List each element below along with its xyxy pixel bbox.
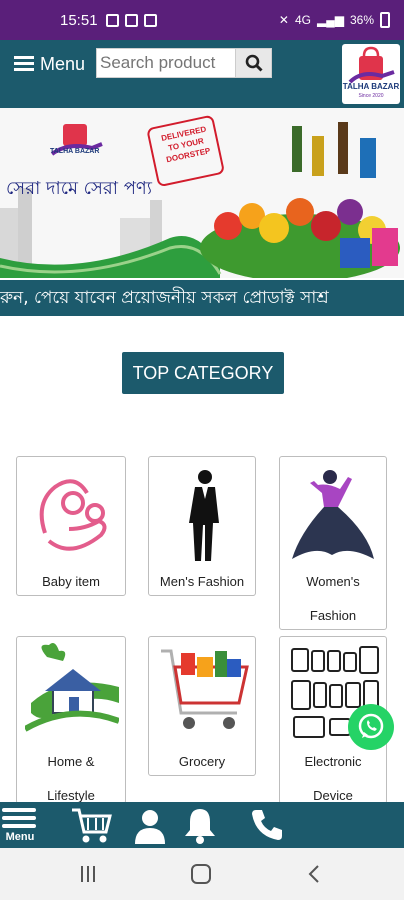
category-card-womens-fashion[interactable]: Women's Fashion [279,456,387,630]
woman-dress-icon [292,470,374,559]
bottom-menu-button[interactable]: Menu [2,806,38,844]
recent-apps-icon[interactable] [78,864,98,884]
category-card-home-lifestyle[interactable]: Home & Lifestyle [16,636,126,804]
category-label: Home & [47,754,95,769]
grocery-cart-icon [161,649,249,729]
menu-button[interactable]: Menu [14,52,85,76]
category-label: Women's [306,574,360,589]
bottom-navigation: Menu [0,802,404,848]
status-bar: 15:51 ✕ 4G ▂▄▆ 36% [0,0,404,40]
category-label: Grocery [178,754,226,769]
search-icon [245,54,263,72]
user-icon[interactable] [133,808,167,844]
bell-icon[interactable] [182,806,218,844]
whatsapp-icon [358,713,384,739]
phone-icon[interactable] [250,808,284,842]
site-logo[interactable]: TALHA BAZAR Since 2020 [342,44,400,104]
bottom-menu-label: Menu [5,831,35,843]
baby-mother-icon [39,479,107,551]
man-suit-icon [189,470,219,561]
whatsapp-button[interactable] [348,704,394,750]
banner-brand: TALHA BAZAR [50,148,100,155]
top-category-heading: TOP CATEGORY [122,352,284,394]
search-box [96,48,272,78]
scrolling-notice: রুন, পেয়ে যাবেন প্রয়োজনীয় সকল প্রোডাক… [0,280,404,316]
system-status-icons: ✕ 4G ▂▄▆ 36% [279,12,390,28]
ticker-text: রুন, পেয়ে যাবেন প্রয়োজনীয় সকল প্রোডাক… [0,288,329,308]
chat-notification-icon [143,13,157,27]
hamburger-icon [14,56,34,72]
home-icon[interactable] [190,863,212,885]
battery-percent: 36% [349,13,374,27]
category-card-grocery[interactable]: Grocery [148,636,256,776]
notification-icons [105,13,157,27]
battery-icon [380,12,390,28]
category-label: Electronic [304,754,362,769]
category-label: Baby item [42,574,100,589]
signal-icon: ▂▄▆ [317,13,344,27]
category-label: Men's Fashion [159,574,245,589]
back-icon[interactable] [306,864,322,884]
logo-subtext: Since 2020 [358,93,384,99]
search-input[interactable] [97,49,235,77]
cart-icon[interactable] [70,806,112,844]
category-card-baby-item[interactable]: Baby item [16,456,126,596]
category-card-mens-fashion[interactable]: Men's Fashion [148,456,256,596]
check-notification-icon [105,13,119,27]
menu-label: Menu [40,53,86,74]
search-button[interactable] [235,49,271,77]
promo-banner[interactable]: TALHA BAZAR সেরা দামে সেরা পণ্য DELIVERE… [0,108,404,278]
gallery-notification-icon [124,13,138,27]
system-navigation-bar [0,848,404,900]
status-time: 15:51 [60,11,98,29]
mute-icon: ✕ [278,13,289,27]
hamburger-icon [2,806,36,830]
house-icon [25,643,119,732]
network-icon: 4G [294,13,311,27]
category-label-line2: Fashion [309,608,357,623]
logo-text: TALHA BAZAR [342,82,400,91]
banner-tagline: সেরা দামে সেরা পণ্য [6,178,153,199]
